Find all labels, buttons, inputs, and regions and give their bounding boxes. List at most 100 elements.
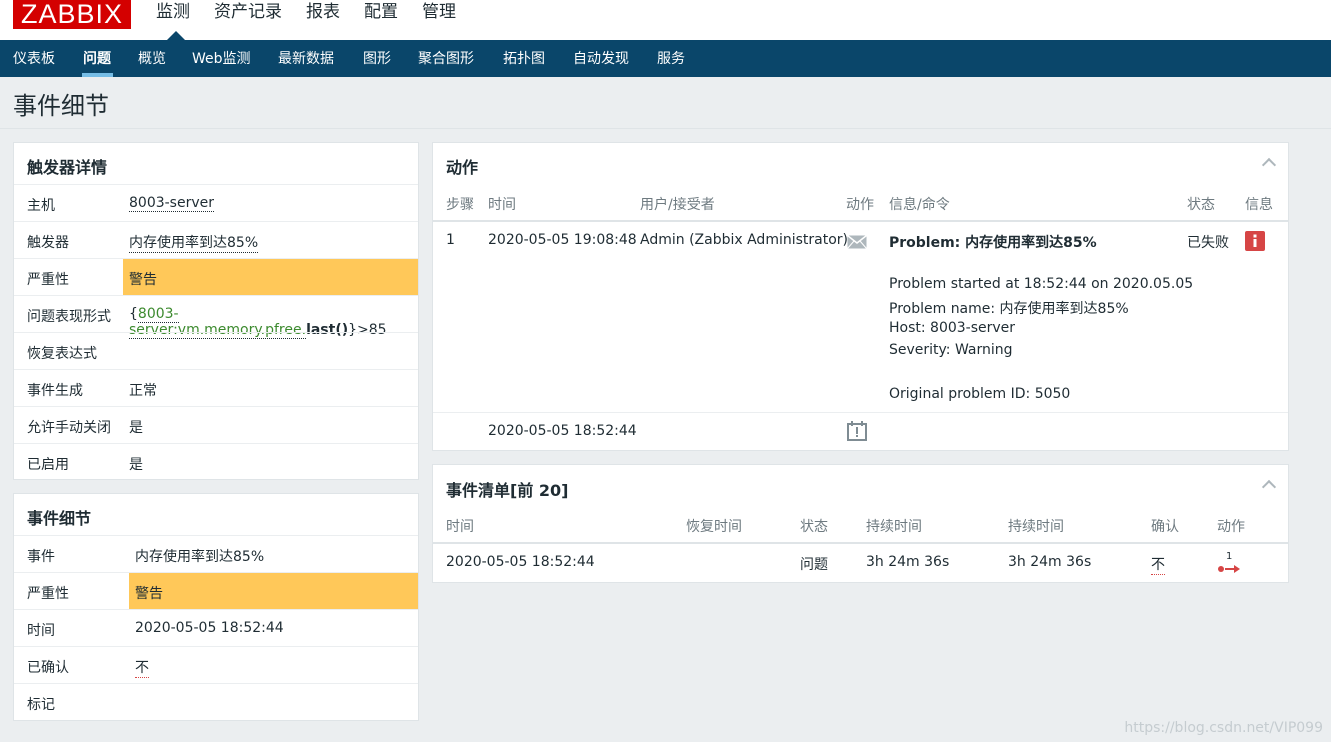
col-action: 动作	[846, 197, 874, 213]
manual-close-label: 允许手动关闭	[27, 420, 111, 436]
mail-icon	[847, 235, 867, 249]
trigger-row: 触发器 内存使用率到达85%	[14, 221, 418, 258]
host-row: 主机 8003-server	[14, 184, 418, 221]
list-col-duration-1: 持续时间	[866, 519, 922, 535]
collapse-actions-icon[interactable]	[1262, 155, 1276, 169]
subnav-latest-data[interactable]: 最新数据	[278, 50, 334, 68]
event-status: 问题	[800, 557, 828, 573]
manual-close-value: 是	[129, 420, 143, 436]
col-message: 信息/命令	[889, 197, 950, 213]
sub-navigation: 仪表板 问题 概览 Web监测 最新数据 图形 聚合图形 拓扑图 自动发现 服务	[0, 40, 1331, 77]
event-name-row: 事件 内存使用率到达85%	[14, 535, 418, 572]
event-severity-label: 严重性	[27, 586, 69, 602]
actions-panel: 动作 步骤 时间 用户/接受者 动作 信息/命令 状态 信息 1 2020-05…	[432, 142, 1289, 451]
event-severity-row: 严重性 警告	[14, 572, 418, 609]
event-details-title: 事件细节	[27, 509, 92, 528]
event-list-title: 事件清单[前 20]	[446, 481, 569, 500]
event-name-value: 内存使用率到达85%	[135, 549, 265, 565]
col-step: 步骤	[446, 197, 474, 213]
event-duration-2: 3h 24m 36s	[1008, 554, 1092, 570]
col-info: 信息	[1245, 197, 1273, 213]
tags-row: 标记	[14, 683, 418, 720]
action-time-2: 2020-05-05 18:52:44	[488, 423, 637, 439]
subnav-problems[interactable]: 问题	[83, 50, 111, 68]
menu-configuration[interactable]: 配置	[364, 0, 398, 24]
info-icon[interactable]	[1245, 231, 1265, 251]
subnav-maps[interactable]: 拓扑图	[503, 50, 545, 68]
action-time: 2020-05-05 19:08:48	[488, 232, 637, 248]
event-time-label: 时间	[27, 623, 55, 639]
host-value[interactable]: 8003-server	[129, 195, 214, 212]
severity-row: 严重性 警告	[14, 258, 418, 295]
trigger-value[interactable]: 内存使用率到达85%	[129, 232, 259, 253]
action-status: 已失败	[1187, 235, 1229, 251]
list-col-actions: 动作	[1217, 519, 1245, 535]
action-arrow-icon[interactable]	[1217, 563, 1241, 575]
event-details-panel: 事件细节 事件 内存使用率到达85% 严重性 警告 时间 2020-05-05 …	[13, 493, 419, 721]
message-line-4: Severity: Warning	[889, 342, 1013, 358]
event-list-header-divider	[433, 542, 1288, 544]
event-name-label: 事件	[27, 549, 55, 565]
message-title: Problem: 内存使用率到达85%	[889, 235, 1097, 251]
active-menu-caret	[167, 31, 185, 40]
menu-administration[interactable]: 管理	[422, 0, 456, 24]
manual-close-row: 允许手动关闭 是	[14, 406, 418, 443]
subnav-dashboard[interactable]: 仪表板	[13, 50, 55, 68]
event-duration-1: 3h 24m 36s	[866, 554, 950, 570]
subnav-overview[interactable]: 概览	[138, 50, 166, 68]
message-line-1: Problem started at 18:52:44 on 2020.05.0…	[889, 276, 1194, 292]
top-bar: ZABBIX 监测 资产记录 报表 配置 管理	[0, 0, 1331, 40]
event-generation-value: 正常	[129, 383, 157, 399]
action-user: Admin (Zabbix Administrator)	[640, 232, 848, 248]
trigger-label: 触发器	[27, 235, 69, 251]
calendar-alert-icon	[847, 421, 867, 441]
expression-label: 问题表现形式	[27, 309, 111, 325]
list-col-time: 时间	[446, 519, 474, 535]
severity-badge: 警告	[123, 259, 418, 295]
message-line-5: Original problem ID: 5050	[889, 386, 1071, 402]
message-line-3: Host: 8003-server	[889, 320, 1016, 336]
col-time: 时间	[488, 197, 516, 213]
expression-row: 问题表现形式 {8003-server:vm.memory.pfree.last…	[14, 295, 418, 339]
acknowledged-row: 已确认 不	[14, 646, 418, 683]
event-generation-row: 事件生成 正常	[14, 369, 418, 406]
menu-monitoring[interactable]: 监测	[156, 0, 190, 24]
event-generation-label: 事件生成	[27, 383, 83, 399]
subnav-discovery[interactable]: 自动发现	[573, 50, 629, 68]
page-title: 事件细节	[13, 92, 109, 120]
title-divider	[0, 128, 1331, 129]
subnav-graphs[interactable]: 图形	[363, 50, 391, 68]
actions-header-divider	[433, 220, 1288, 222]
event-ack-link[interactable]: 不	[1151, 554, 1165, 575]
event-severity-badge: 警告	[129, 573, 418, 609]
list-col-duration-2: 持续时间	[1008, 519, 1064, 535]
actions-row-divider	[433, 412, 1288, 413]
zabbix-logo[interactable]: ZABBIX	[13, 0, 131, 29]
col-user: 用户/接受者	[640, 197, 715, 213]
menu-reports[interactable]: 报表	[306, 0, 340, 24]
acknowledged-value[interactable]: 不	[135, 657, 149, 678]
list-col-recovery: 恢复时间	[686, 519, 742, 535]
trigger-details-title: 触发器详情	[27, 158, 108, 177]
subnav-screens[interactable]: 聚合图形	[418, 50, 474, 68]
menu-inventory[interactable]: 资产记录	[214, 0, 282, 24]
subnav-web[interactable]: Web监测	[192, 50, 251, 68]
active-tab-indicator	[82, 73, 113, 77]
enabled-value: 是	[129, 457, 143, 473]
collapse-event-list-icon[interactable]	[1262, 477, 1276, 491]
col-status: 状态	[1187, 197, 1215, 213]
list-col-ack: 确认	[1151, 519, 1179, 535]
event-time-link[interactable]: 2020-05-05 18:52:44	[446, 554, 595, 570]
expression-open: {	[129, 306, 138, 322]
recovery-expression-label: 恢复表达式	[27, 346, 97, 362]
severity-label: 严重性	[27, 272, 69, 288]
list-col-status: 状态	[800, 519, 828, 535]
subnav-services[interactable]: 服务	[657, 50, 685, 68]
host-label: 主机	[27, 198, 55, 214]
watermark: https://blog.csdn.net/VIP099	[1124, 720, 1323, 736]
recovery-expression-row: 恢复表达式	[14, 332, 418, 369]
tags-label: 标记	[27, 697, 55, 713]
enabled-row: 已启用 是	[14, 443, 418, 480]
event-list-panel: 事件清单[前 20] 时间 恢复时间 状态 持续时间 持续时间 确认 动作 20…	[432, 464, 1289, 583]
event-time-row: 时间 2020-05-05 18:52:44	[14, 609, 418, 646]
